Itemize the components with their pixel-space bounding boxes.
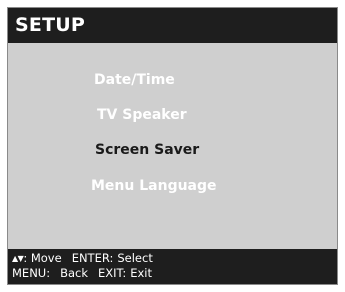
- menu-item-menu-language[interactable]: Menu Language: [91, 177, 217, 195]
- enter-key-label: ENTER:: [71, 251, 114, 265]
- footer-help-line-2: MENU: Back EXIT: Exit: [12, 266, 152, 281]
- setup-menu-list: Date/Time TV Speaker Screen Saver Menu L…: [8, 43, 337, 258]
- up-down-arrows-icon: ▲▼: [12, 254, 24, 263]
- select-hint-label: Select: [117, 251, 153, 265]
- page-title: SETUP: [15, 14, 85, 36]
- menu-item-tv-speaker[interactable]: TV Speaker: [97, 106, 187, 124]
- menu-key-label: MENU:: [12, 266, 51, 280]
- back-hint-label: Back: [60, 266, 89, 280]
- footer-help-line-1: ▲▼: Move ENTER: Select: [12, 251, 153, 266]
- exit-key-label: EXIT:: [98, 266, 127, 280]
- move-hint-label: : Move: [23, 251, 62, 265]
- footer-help-bar: ▲▼: Move ENTER: Select MENU: Back EXIT: Exit: [8, 249, 337, 284]
- menu-item-date-time[interactable]: Date/Time: [94, 71, 175, 89]
- header-bar: SETUP: [8, 8, 337, 43]
- menu-item-screen-saver[interactable]: Screen Saver: [95, 141, 199, 159]
- setup-menu-screen: SETUP Date/Time TV Speaker Screen Saver …: [7, 7, 338, 285]
- exit-hint-label: Exit: [130, 266, 152, 280]
